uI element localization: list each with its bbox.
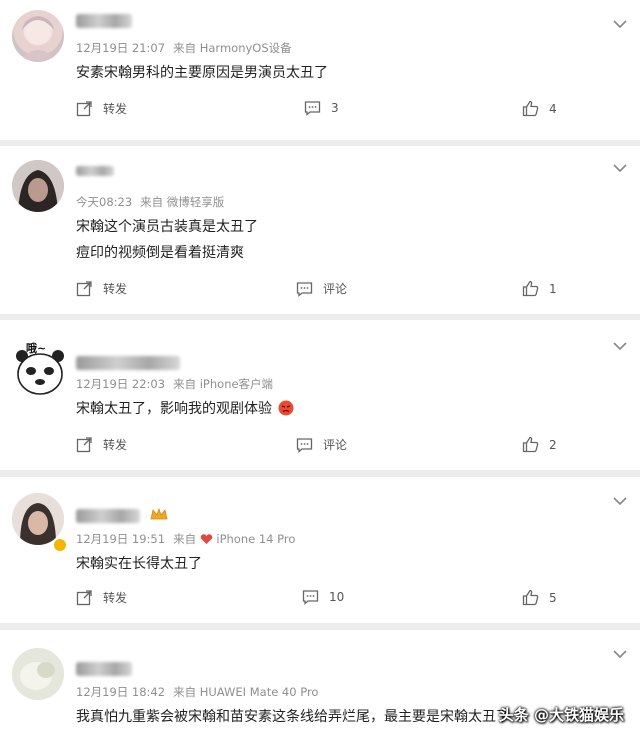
thumbs-up-icon xyxy=(522,589,539,606)
comment-meta: 12月19日 19:51 来自 iPhone 14 Pro xyxy=(76,531,295,547)
comment-icon xyxy=(296,437,313,453)
comment-meta: 今天08:23 来自 微博轻享版 xyxy=(76,194,224,210)
chevron-down-icon[interactable] xyxy=(612,162,628,174)
comment-button[interactable]: 评论 xyxy=(296,436,347,453)
comment-label: 评论 xyxy=(323,438,348,452)
comment-text: 宋翰实在长得太丑了 xyxy=(76,556,202,572)
username-blurred[interactable] xyxy=(76,14,132,28)
device-logo-icon xyxy=(200,534,213,544)
comment-source: 来自 HUAWEI Mate 40 Pro xyxy=(173,685,319,699)
comment-label: 评论 xyxy=(323,282,348,296)
username-blurred[interactable] xyxy=(76,356,180,370)
avatar-image xyxy=(12,160,64,212)
comment-text: 宋翰这个演员古装真是太丑了 xyxy=(76,219,258,235)
comment-meta: 12月19日 18:42 来自 HUAWEI Mate 40 Pro xyxy=(76,684,318,700)
comment-icon xyxy=(296,281,313,297)
repost-label: 转发 xyxy=(103,438,128,452)
repost-icon xyxy=(76,437,92,453)
comment-button[interactable]: 10 xyxy=(302,589,344,605)
comment-text-content: 宋翰太丑了，影响我的观剧体验 xyxy=(76,401,272,417)
username-blurred[interactable] xyxy=(76,509,140,523)
username-blurred[interactable] xyxy=(76,662,132,676)
comment-card: 哦~ 12月19日 22:03 来自 iPhone客户端 宋翰太丑了，影响我的观剧… xyxy=(0,320,640,470)
repost-icon xyxy=(76,101,92,117)
username-blurred[interactable] xyxy=(76,166,114,176)
avatar[interactable] xyxy=(12,10,64,62)
thumbs-up-icon xyxy=(522,100,539,117)
comment-count: 3 xyxy=(331,101,339,115)
repost-icon xyxy=(76,281,92,297)
comment-icon xyxy=(304,101,321,116)
comment-text: 宋翰太丑了，影响我的观剧体验 xyxy=(76,398,294,418)
comment-source: 来自 微博轻享版 xyxy=(140,195,225,209)
repost-button[interactable]: 转发 xyxy=(76,436,127,453)
verified-badge xyxy=(52,537,68,553)
like-button[interactable]: 5 xyxy=(522,589,557,606)
thumbs-up-icon xyxy=(522,280,539,297)
crown-badge-icon xyxy=(150,507,168,520)
chevron-down-icon[interactable] xyxy=(612,18,628,30)
comment-time: 12月19日 22:03 xyxy=(76,377,166,391)
comment-icon xyxy=(302,590,319,605)
comment-source: 来自 iPhone客户端 xyxy=(173,377,274,391)
repost-label: 转发 xyxy=(103,591,128,605)
watermark: 头条 @大铁猫娱乐 xyxy=(498,706,624,724)
like-button[interactable]: 1 xyxy=(522,280,557,297)
comment-card: 12月19日 19:51 来自 iPhone 14 Pro 宋翰实在长得太丑了 转… xyxy=(0,477,640,623)
chevron-down-icon[interactable] xyxy=(612,495,628,507)
comment-source: 来自 xyxy=(173,532,197,546)
avatar[interactable] xyxy=(12,160,64,212)
avatar-caption: 哦~ xyxy=(26,342,47,355)
comment-card: 12月19日 21:07 来自 HarmonyOS设备 安素宋翰男科的主要原因是男… xyxy=(0,0,640,140)
comment-meta: 12月19日 22:03 来自 iPhone客户端 xyxy=(76,376,273,392)
repost-label: 转发 xyxy=(103,102,128,116)
like-count: 5 xyxy=(549,590,557,605)
device-name: iPhone 14 Pro xyxy=(216,532,296,546)
comment-button[interactable]: 评论 xyxy=(296,280,347,297)
repost-label: 转发 xyxy=(103,282,128,296)
comment-card: 今天08:23 来自 微博轻享版 宋翰这个演员古装真是太丑了 痘印的视频倒是看着挺… xyxy=(0,146,640,314)
like-button[interactable]: 2 xyxy=(522,436,557,453)
angry-emoji-icon xyxy=(278,400,294,416)
chevron-down-icon[interactable] xyxy=(612,648,628,660)
like-count: 4 xyxy=(549,101,557,116)
like-count: 1 xyxy=(549,281,557,296)
comment-time: 12月19日 18:42 xyxy=(76,685,166,699)
like-button[interactable]: 4 xyxy=(522,100,557,117)
comment-time: 12月19日 21:07 xyxy=(76,41,166,55)
thumbs-up-icon xyxy=(522,436,539,453)
comment-time: 今天08:23 xyxy=(76,195,133,209)
repost-icon xyxy=(76,590,92,606)
comment-source: 来自 HarmonyOS设备 xyxy=(173,41,292,55)
comment-text: 痘印的视频倒是看着挺清爽 xyxy=(76,245,244,261)
comment-meta: 12月19日 21:07 来自 HarmonyOS设备 xyxy=(76,40,292,56)
repost-button[interactable]: 转发 xyxy=(76,280,127,297)
avatar[interactable] xyxy=(12,648,64,700)
comment-count: 10 xyxy=(329,590,345,604)
comment-time: 12月19日 19:51 xyxy=(76,532,166,546)
repost-button[interactable]: 转发 xyxy=(76,589,127,606)
repost-button[interactable]: 转发 xyxy=(76,100,127,117)
chevron-down-icon[interactable] xyxy=(612,340,628,352)
avatar-image xyxy=(12,648,64,700)
like-count: 2 xyxy=(549,437,557,452)
comment-text: 我真怕九重紫会被宋翰和苗安素这条线给弄烂尾，最主要是宋翰太丑了 xyxy=(76,709,510,725)
comment-button[interactable]: 3 xyxy=(304,100,339,116)
comment-text: 安素宋翰男科的主要原因是男演员太丑了 xyxy=(76,65,328,81)
avatar-image xyxy=(20,16,56,60)
